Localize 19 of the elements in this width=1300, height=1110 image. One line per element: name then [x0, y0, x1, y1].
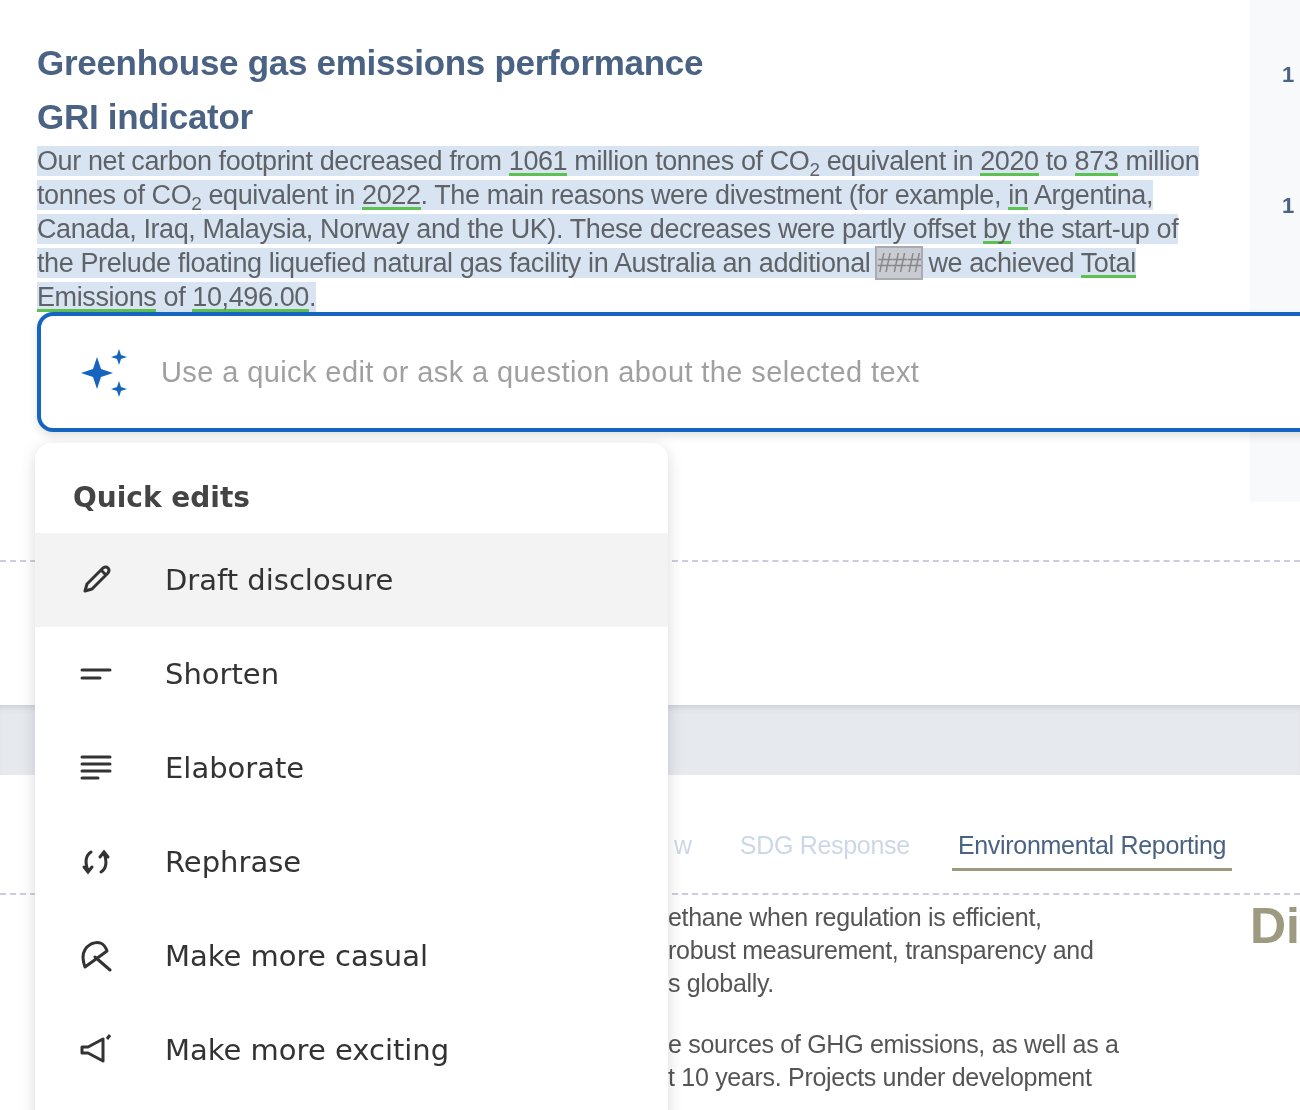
question-input[interactable]: Use a quick edit or ask a question about the selected text [159, 354, 1300, 390]
section-heading: Di [1250, 897, 1300, 956]
menu-item[interactable]: Rephrase [35, 815, 668, 909]
menu-item[interactable]: Elaborate [35, 721, 668, 815]
section-title: Greenhouse gas emissions performance [37, 42, 705, 84]
tab[interactable]: Environmental Reporting [951, 827, 1233, 871]
menu-item[interactable]: Draft disclosure [35, 533, 668, 627]
section-title: GRI indicator [37, 96, 254, 138]
umbrella-icon [79, 939, 113, 973]
side-value: 1 [1282, 62, 1296, 88]
question-field[interactable]: Use a quick edit or ask a question about the selected text [37, 312, 1300, 432]
side-value: 1 [1282, 193, 1296, 219]
menu-item[interactable]: Make more exciting [35, 1003, 668, 1097]
body-text: e sources of GHG emissions, as well as a t 10 years. Projects under development [668, 1029, 1120, 1093]
menu-item[interactable]: Shorten [35, 627, 668, 721]
menu-item[interactable]: Make more casual [35, 909, 668, 1003]
body-text: ethane when regulation is efficient, robust measurement, transparency and s globally. [668, 902, 1095, 999]
menu-heading: Quick edits [72, 480, 251, 516]
selected-paragraph: Our net carbon footprint decreased from 1061 million tonnes of CO$_{2}$ equivalent in 2020 to 873 million tonnes of CO$_{2}$ equivalent in 2022. The main reasons were divestment (for example, in Argentina, Canada, Iraq, Malaysia, Norway and the UK). These decreases were partly offset by the start-up of the Prelude floating liquefied natural gas facility in Australia an additional ### we achieved Total Emissions of 10,496.00. [37, 145, 1201, 314]
